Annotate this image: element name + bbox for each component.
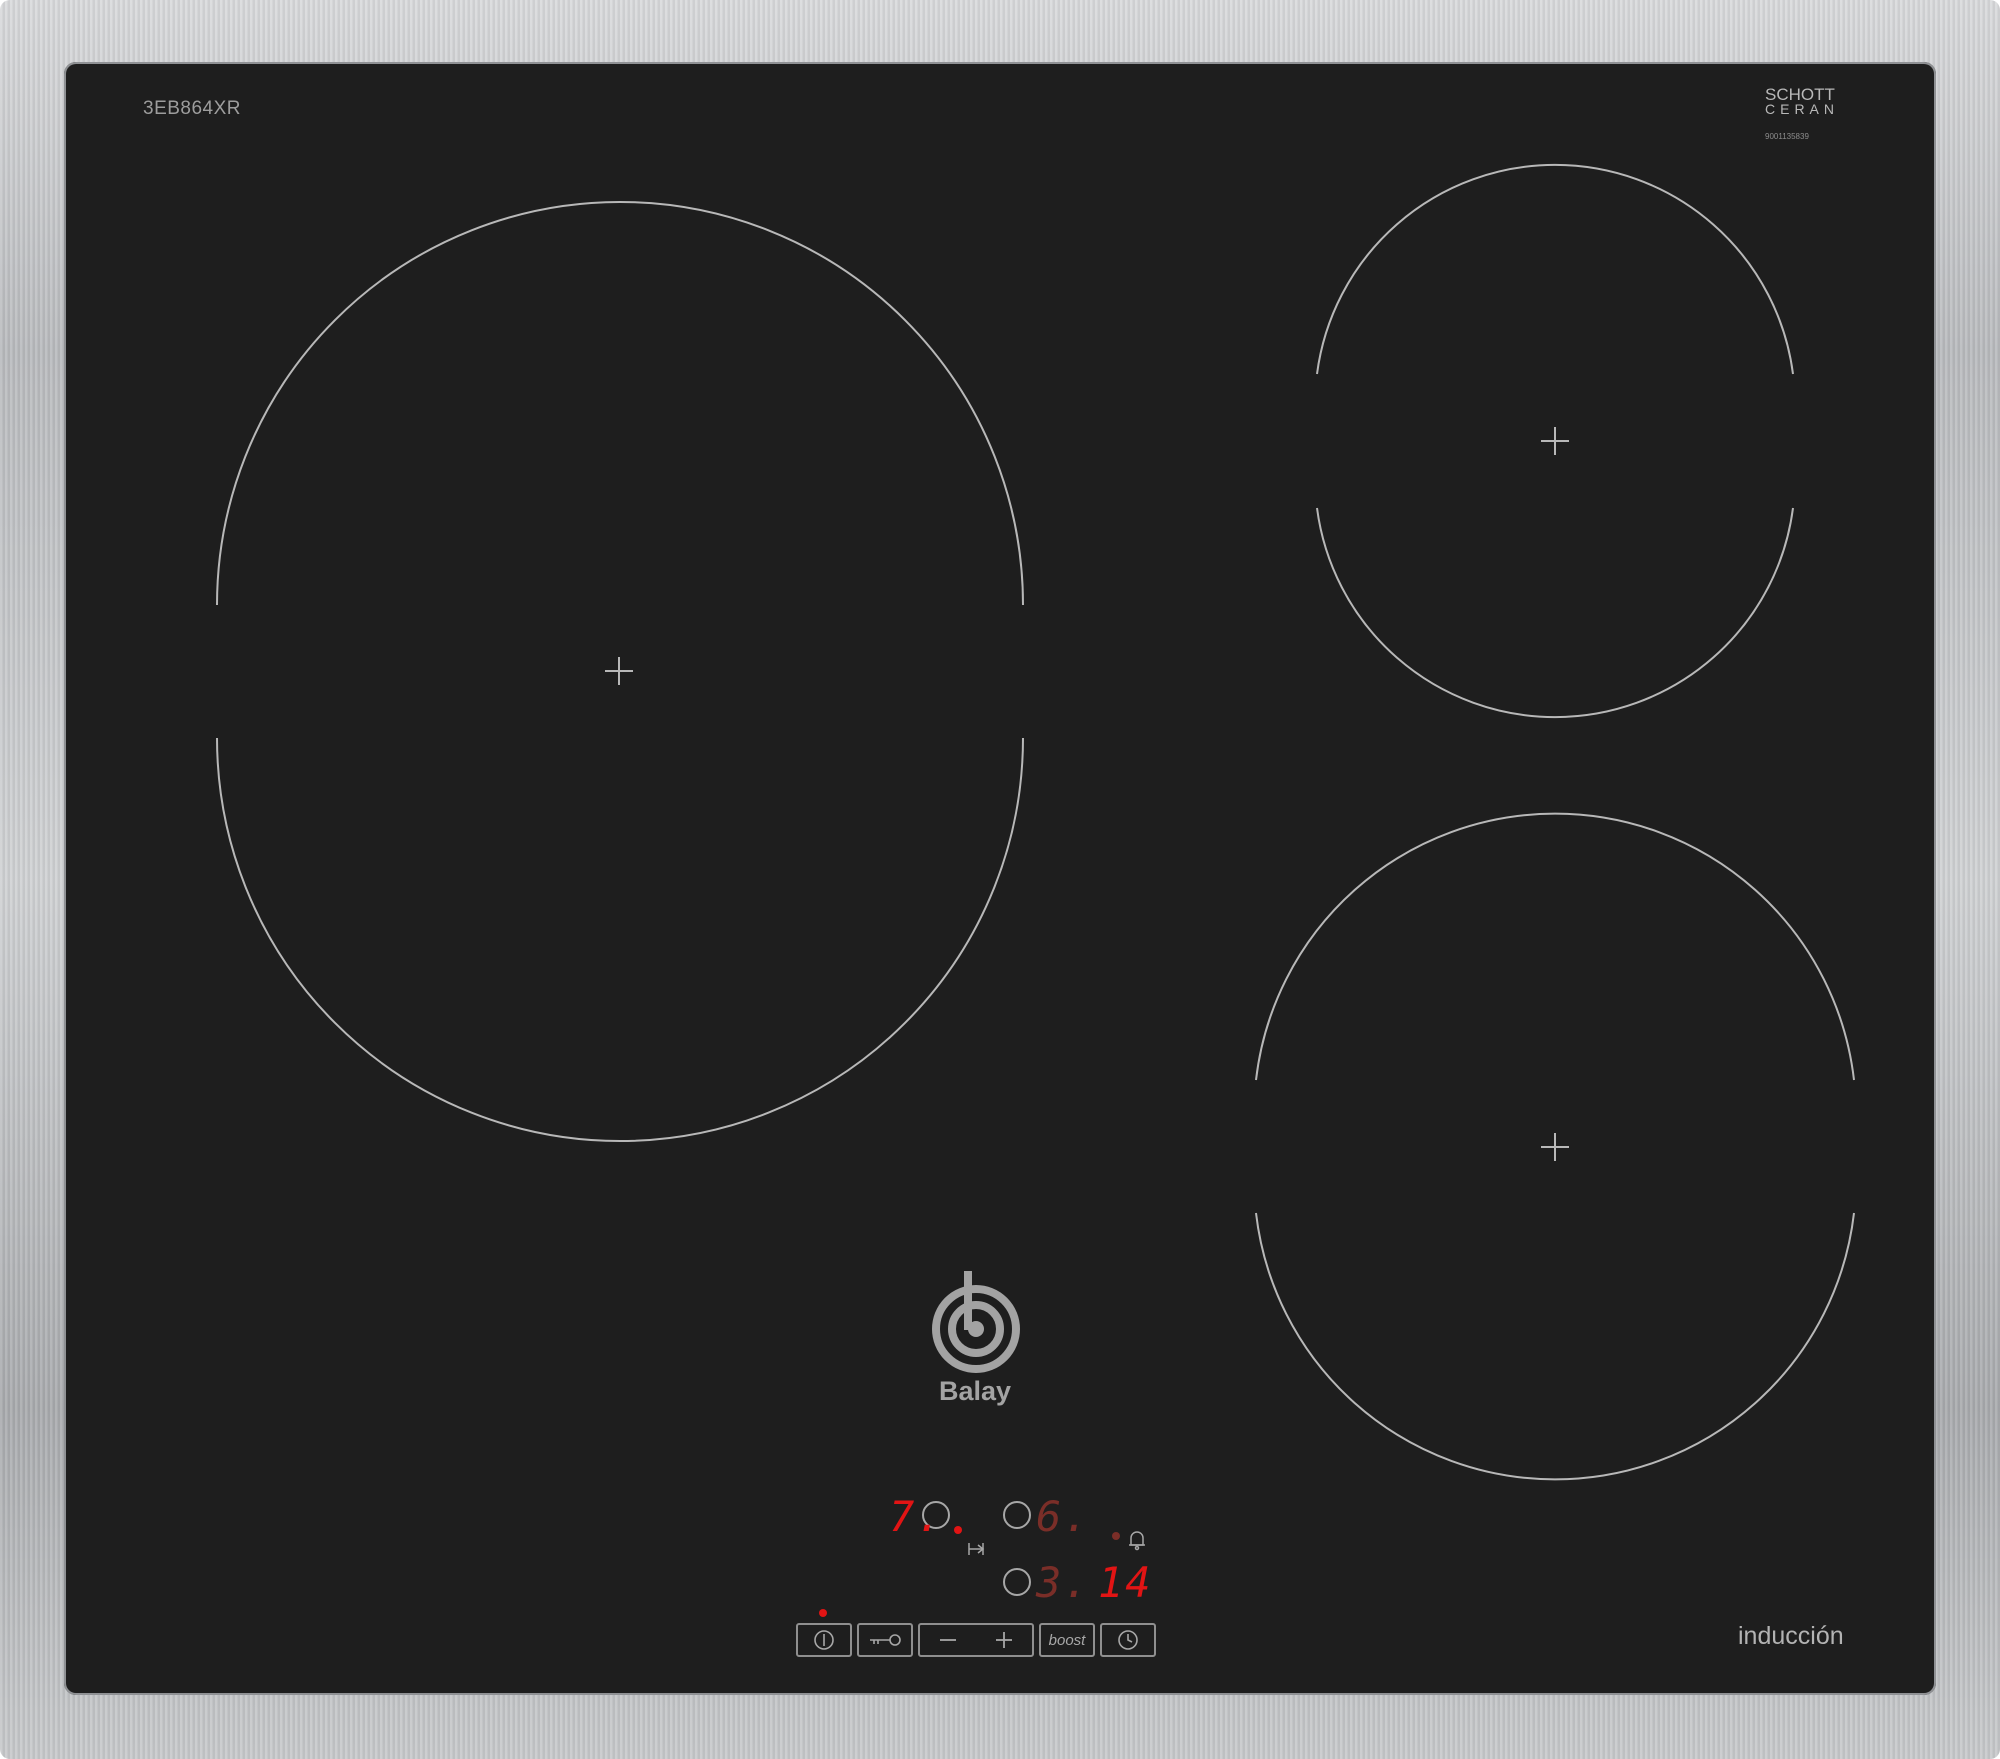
induction-label: inducción xyxy=(1738,1622,1844,1650)
timer-display: 14 xyxy=(1098,1558,1153,1607)
zone-indicator-rear-right-icon xyxy=(1003,1501,1031,1529)
boost-button[interactable]: boost xyxy=(1039,1623,1095,1657)
cooking-zone-left[interactable] xyxy=(216,201,1024,1142)
key-lock-icon xyxy=(870,1634,901,1646)
glass-brand-line2: CERAN xyxy=(1765,101,1840,117)
brand-name: Balay xyxy=(938,1376,1012,1406)
cooking-zone-rear-right[interactable] xyxy=(1316,163,1794,719)
glass-brand-logo: SCHOTT CERAN xyxy=(1765,85,1840,117)
transfer-icon xyxy=(968,1543,985,1555)
bell-icon xyxy=(1129,1531,1145,1551)
zone-select-dot xyxy=(954,1526,962,1534)
cooking-zone-front-right[interactable] xyxy=(1255,812,1855,1481)
cooktop-markings xyxy=(216,163,1855,1617)
model-number: 3EB864XR xyxy=(143,98,242,119)
zone-rear-right-level-display: 6. xyxy=(1036,1492,1091,1541)
clock-icon xyxy=(1118,1630,1138,1650)
power-button[interactable] xyxy=(796,1623,852,1657)
glass-brand-line1: SCHOTT xyxy=(1765,85,1835,104)
minus-icon xyxy=(940,1639,956,1641)
plus-button[interactable] xyxy=(976,1625,1032,1655)
zone-front-right-level-display: 3. xyxy=(1036,1558,1091,1607)
plus-icon xyxy=(996,1632,1012,1648)
zone-indicator-front-right-icon xyxy=(1003,1568,1031,1596)
child-lock-button[interactable] xyxy=(857,1623,913,1657)
minus-button[interactable] xyxy=(920,1625,976,1655)
zone-front-left-level-display: 7. xyxy=(889,1492,944,1541)
alarm-status-dot xyxy=(1112,1532,1120,1540)
boost-label: boost xyxy=(1048,1631,1086,1649)
timer-button[interactable] xyxy=(1100,1623,1156,1657)
serial-number: 9001135839 xyxy=(1765,132,1809,141)
power-icon xyxy=(814,1630,834,1650)
power-status-dot xyxy=(819,1609,827,1617)
balay-logo-mark xyxy=(932,1271,1020,1373)
power-level-slider[interactable] xyxy=(918,1623,1034,1657)
